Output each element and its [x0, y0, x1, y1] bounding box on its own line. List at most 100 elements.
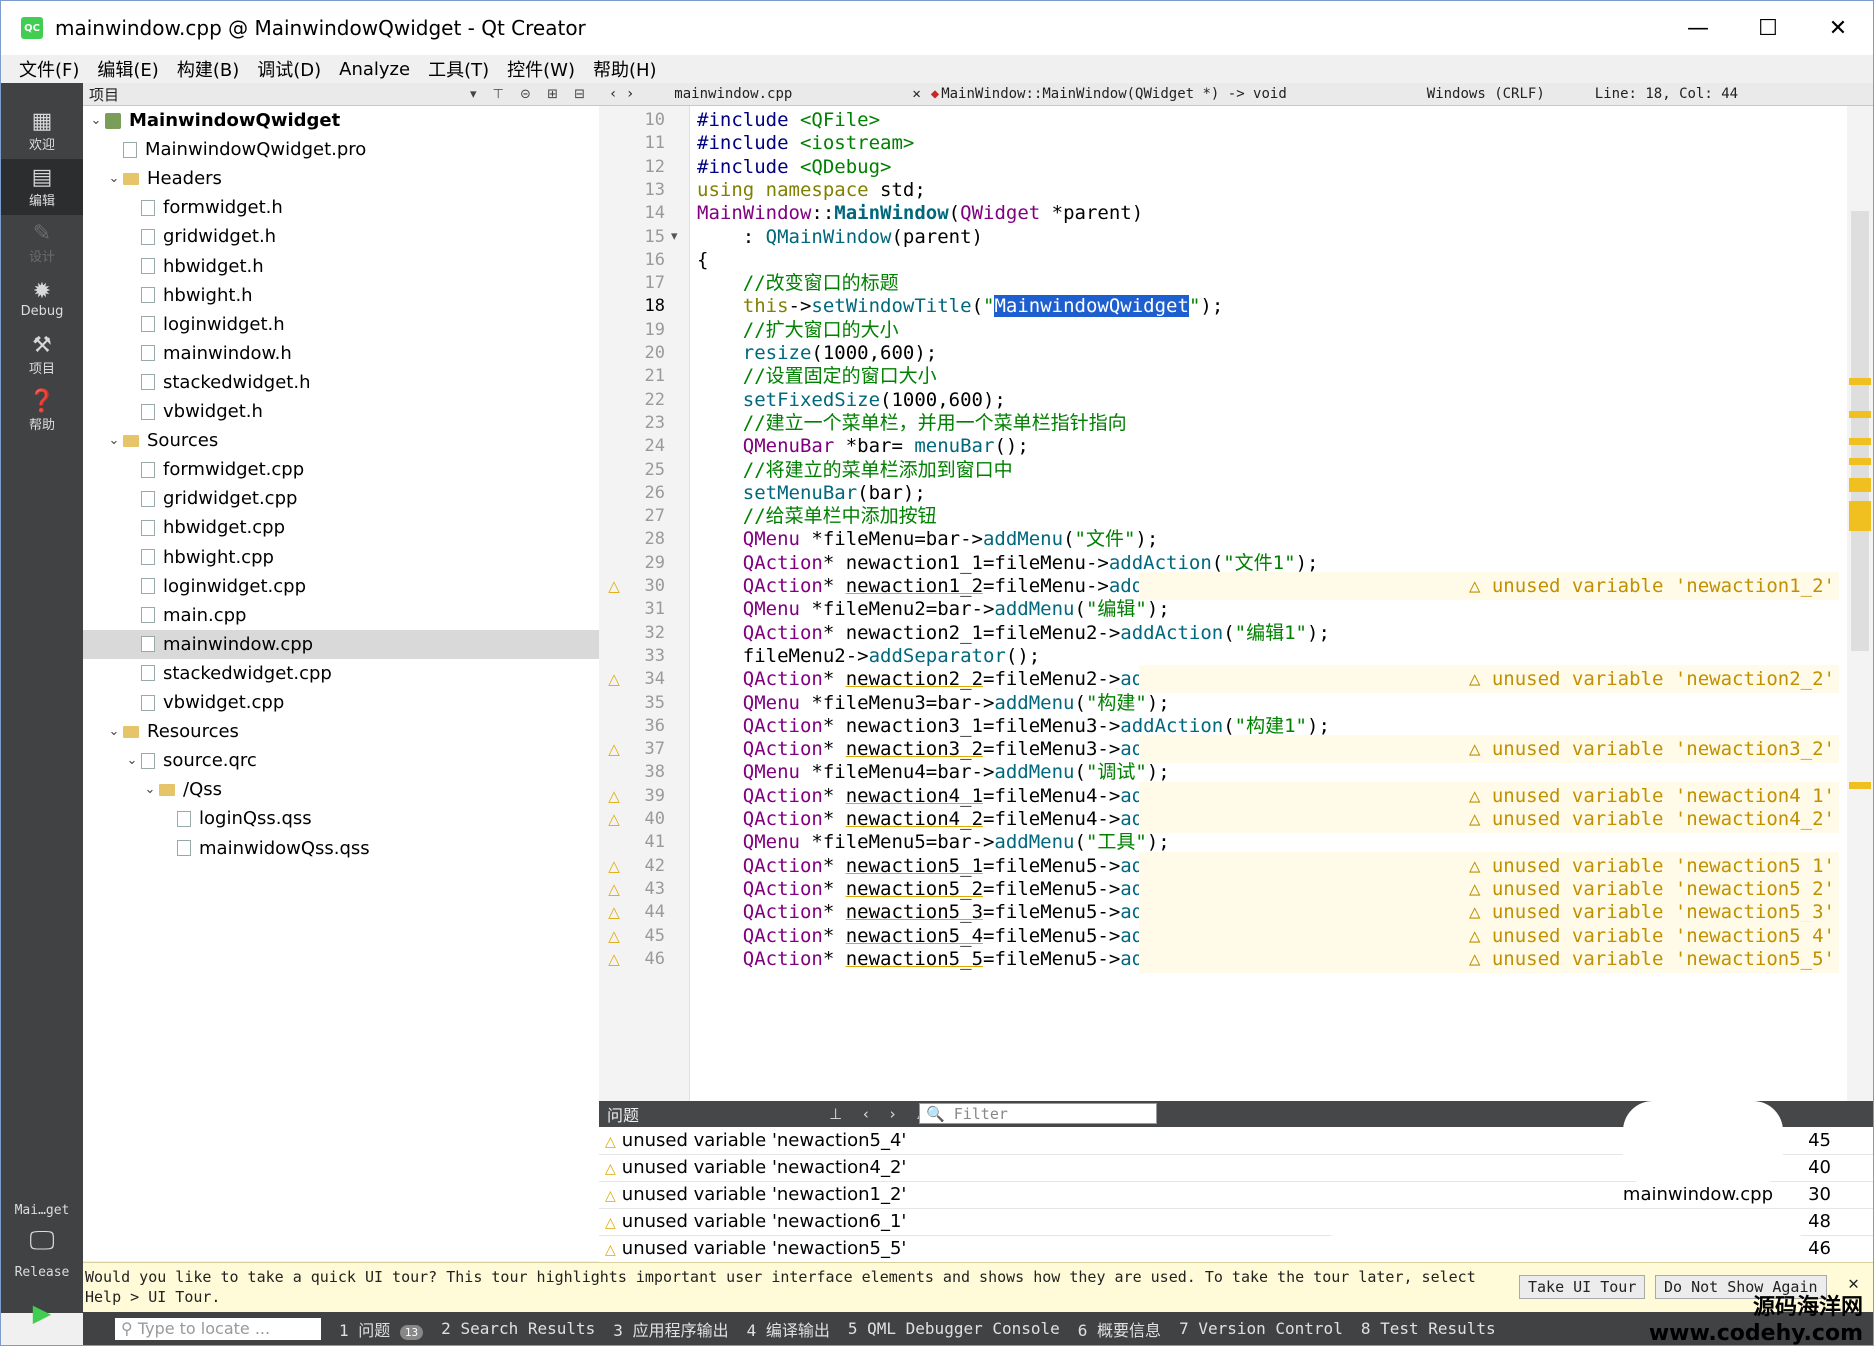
- warning-icon[interactable]: △: [605, 665, 623, 693]
- kit-selector[interactable]: Mai…get 🖵 Release: [1, 1203, 83, 1280]
- inline-warning[interactable]: △ unused variable 'newaction3_2': [1469, 735, 1835, 763]
- tree-item[interactable]: stackedwidget.h: [83, 368, 599, 397]
- code-token: =fileMenu2->: [983, 668, 1121, 691]
- tree-item[interactable]: mainwindow.cpp: [83, 629, 599, 659]
- code-token: addMenu: [994, 761, 1075, 784]
- pane-application-output[interactable]: 3 应用程序输出: [613, 1317, 728, 1341]
- tree-item[interactable]: hbwight.cpp: [83, 543, 599, 572]
- warning-icon[interactable]: △: [605, 572, 623, 600]
- tree-item[interactable]: hbwidget.cpp: [83, 513, 599, 542]
- tree-item[interactable]: ⌄ /Qss: [83, 775, 599, 804]
- nav-arrows[interactable]: ‹ ›: [609, 86, 634, 102]
- tree-item[interactable]: loginQss.qss: [83, 804, 599, 833]
- tree-item[interactable]: stackedwidget.cpp: [83, 659, 599, 688]
- menu-build[interactable]: 构建(B): [177, 56, 239, 82]
- scrollbar-thumb[interactable]: [1851, 211, 1869, 651]
- menu-widgets[interactable]: 控件(W): [507, 56, 575, 82]
- inline-warning[interactable]: △ unused variable 'newaction1_2': [1469, 572, 1835, 600]
- mode-label: 帮助: [28, 417, 55, 433]
- minimize-button[interactable]: —: [1663, 1, 1733, 55]
- tree-item[interactable]: hbwidget.h: [83, 252, 599, 281]
- warning-icon: △: [1468, 924, 1492, 947]
- tree-item[interactable]: mainwidowQss.qss: [83, 834, 599, 863]
- run-icon[interactable]: ▶: [1, 1293, 83, 1333]
- fold-arrow-icon[interactable]: ▾: [671, 223, 685, 251]
- chevron-down-icon[interactable]: ⌄: [105, 433, 123, 448]
- cursor-position[interactable]: Line: 18, Col: 44: [1595, 86, 1738, 102]
- tree-item-label: mainwindow.cpp: [163, 633, 314, 655]
- tree-item[interactable]: ⌄ Resources: [83, 717, 599, 746]
- pane-qml-debugger[interactable]: 5 QML Debugger Console: [848, 1319, 1060, 1338]
- mode-debug[interactable]: ✹ Debug: [1, 271, 83, 327]
- code-token: newaction2_2: [845, 668, 984, 691]
- menu-help[interactable]: 帮助(H): [593, 56, 657, 82]
- tree-item[interactable]: gridwidget.h: [83, 222, 599, 251]
- warning-icon[interactable]: △: [605, 805, 623, 833]
- locator-input[interactable]: ⚲ Type to locate ...: [115, 1317, 321, 1340]
- pane-compile-output[interactable]: 4 编译输出: [747, 1317, 830, 1341]
- tree-item[interactable]: gridwidget.cpp: [83, 484, 599, 513]
- symbol-selector[interactable]: MainWindow::MainWindow(QWidget *) -> voi…: [941, 86, 1287, 102]
- menu-file[interactable]: 文件(F): [19, 56, 79, 82]
- close-button[interactable]: ✕: [1803, 1, 1873, 55]
- issues-filter-input[interactable]: 🔍 Filter: [919, 1103, 1157, 1124]
- tree-item[interactable]: vbwidget.h: [83, 397, 599, 426]
- file-icon: [141, 752, 155, 769]
- mode-design[interactable]: ✎ 设计: [1, 215, 83, 271]
- pane-search-results[interactable]: 2 Search Results: [441, 1319, 595, 1338]
- editor-scrollbar[interactable]: [1847, 106, 1873, 1101]
- warning-icon[interactable]: △: [605, 735, 623, 763]
- tree-item[interactable]: main.cpp: [83, 601, 599, 630]
- tree-item[interactable]: ⌄ MainwindowQwidget: [83, 106, 599, 135]
- tree-item[interactable]: ⌄ source.qrc: [83, 746, 599, 775]
- menu-tools[interactable]: 工具(T): [428, 56, 489, 82]
- debug-run-icon[interactable]: ▶: [1, 1333, 83, 1345]
- tree-item[interactable]: mainwindow.h: [83, 339, 599, 368]
- open-file-selector[interactable]: mainwindow.cpp: [674, 86, 792, 102]
- inline-warning[interactable]: △ unused variable 'newaction2_2': [1469, 665, 1835, 693]
- tree-item[interactable]: MainwindowQwidget.pro: [83, 135, 599, 164]
- tree-item[interactable]: vbwidget.cpp: [83, 688, 599, 717]
- mode-projects[interactable]: ⚒ 项目: [1, 327, 83, 383]
- take-ui-tour-button[interactable]: Take UI Tour: [1519, 1275, 1646, 1299]
- line-endings-selector[interactable]: Windows (CRLF): [1427, 86, 1545, 102]
- code-line[interactable]: : QMainWindow(parent): [697, 223, 983, 251]
- tree-item[interactable]: hbwight.h: [83, 281, 599, 310]
- mode-edit[interactable]: ▤ 编辑: [1, 159, 83, 215]
- chevron-down-icon[interactable]: ⌄: [141, 782, 159, 797]
- tree-item[interactable]: ⌄ Headers: [83, 164, 599, 193]
- file-icon: [141, 345, 155, 362]
- tree-item[interactable]: loginwidget.h: [83, 310, 599, 339]
- menu-debug[interactable]: 调试(D): [257, 56, 321, 82]
- inline-warning[interactable]: △ unused variable 'newaction4_2': [1469, 805, 1835, 833]
- tree-item[interactable]: formwidget.h: [83, 193, 599, 222]
- chevron-down-icon[interactable]: ⌄: [105, 171, 123, 186]
- code-token: =fileMenu5->: [983, 924, 1121, 947]
- code-token: *: [822, 924, 846, 947]
- chevron-down-icon[interactable]: ⌄: [105, 724, 123, 739]
- inline-warning[interactable]: △ unused variable 'newaction5_5': [1469, 945, 1835, 973]
- code-editor[interactable]: #include <QFile> #include <iostream> #incl…: [599, 106, 1873, 1101]
- chevron-down-icon[interactable]: ⌄: [87, 113, 105, 128]
- mode-help[interactable]: ❓ 帮助: [1, 383, 83, 439]
- code-token: addMenu: [994, 831, 1075, 854]
- pane-test-results[interactable]: 8 Test Results: [1361, 1319, 1496, 1338]
- chevron-down-icon[interactable]: ⌄: [123, 753, 141, 768]
- qt-creator-window: QC mainwindow.cpp @ MainwindowQwidget - …: [0, 0, 1874, 1346]
- project-panel-title[interactable]: 项目: [89, 84, 119, 105]
- pane-version-control[interactable]: 7 Version Control: [1179, 1319, 1343, 1338]
- file-icon: [141, 287, 155, 304]
- pane-general-messages[interactable]: 6 概要信息: [1078, 1317, 1161, 1341]
- pane-issues[interactable]: 1 问题 13: [339, 1317, 424, 1341]
- tree-item[interactable]: formwidget.cpp: [83, 455, 599, 484]
- close-file-icon[interactable]: ✕: [912, 86, 920, 102]
- warning-icon[interactable]: △: [605, 945, 623, 973]
- tree-item[interactable]: loginwidget.cpp: [83, 572, 599, 601]
- menu-analyze[interactable]: Analyze: [339, 59, 410, 80]
- issue-count-badge: 13: [399, 1324, 424, 1340]
- menu-edit[interactable]: 编辑(E): [97, 56, 158, 82]
- mode-welcome[interactable]: ▦ 欢迎: [1, 103, 83, 159]
- tree-item[interactable]: ⌄ Sources: [83, 426, 599, 455]
- maximize-button[interactable]: ☐: [1733, 1, 1803, 55]
- project-panel-tools[interactable]: ▾ ⊤ ⊝ ⊞ ⊟: [470, 87, 591, 102]
